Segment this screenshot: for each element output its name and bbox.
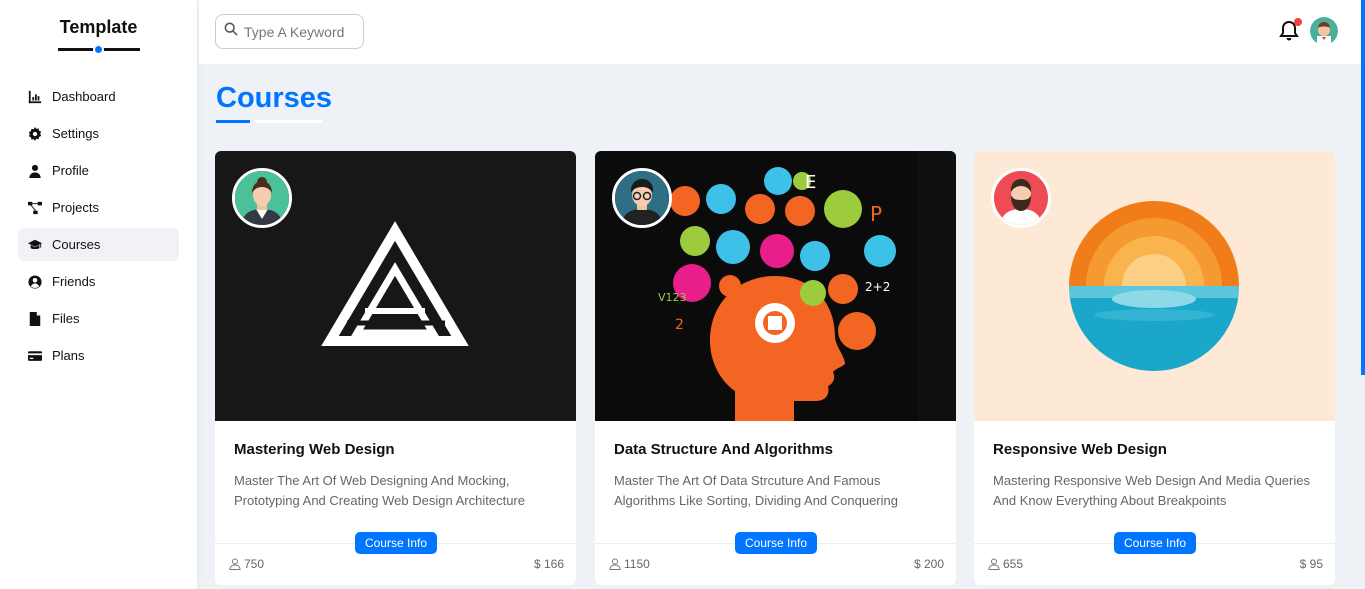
course-description: Master The Art Of Data Strcuture And Fam… [614, 473, 898, 508]
instructor-avatar [612, 168, 672, 228]
sidebar: Template Dashboard Settings Profile Proj… [0, 0, 197, 589]
course-title: Responsive Web Design [993, 441, 1167, 458]
sidebar-item-label: Projects [52, 200, 99, 215]
sidebar-item-courses[interactable]: Courses [18, 228, 179, 261]
course-card: Responsive Web Design Mastering Responsi… [974, 151, 1335, 585]
sidebar-item-friends[interactable]: Friends [18, 265, 179, 298]
diagram-icon [28, 201, 42, 215]
course-info-button[interactable]: Course Info [1114, 532, 1196, 554]
course-description: Master The Art Of Web Designing And Mock… [234, 473, 525, 508]
sidebar-item-label: Plans [52, 348, 85, 363]
sidebar-item-label: Courses [52, 237, 101, 252]
student-count: 750 [229, 557, 264, 571]
sidebar-item-dashboard[interactable]: Dashboard [18, 80, 179, 113]
student-count-value: 1150 [624, 557, 650, 571]
course-price: $ 95 [1299, 557, 1323, 571]
student-count-value: 655 [1003, 557, 1024, 571]
brand-underline-dot [93, 44, 104, 55]
svg-text:2+2: 2+2 [865, 280, 890, 294]
student-count: 1150 [609, 557, 650, 571]
brand-title: Template [59, 17, 138, 37]
credit-card-icon [28, 349, 42, 363]
title-underline [216, 120, 250, 123]
sidebar-item-label: Files [52, 311, 80, 326]
sidebar-nav: Dashboard Settings Profile Projects Cour… [18, 80, 179, 376]
sidebar-item-settings[interactable]: Settings [18, 117, 179, 150]
sidebar-item-projects[interactable]: Projects [18, 191, 179, 224]
notification-badge [1294, 18, 1302, 26]
gear-icon [28, 126, 42, 141]
svg-text:P: P [870, 202, 882, 226]
sidebar-item-plans[interactable]: Plans [18, 339, 179, 372]
instructor-avatar [991, 168, 1051, 228]
course-title: Mastering Web Design [234, 441, 395, 458]
sidebar-item-label: Profile [52, 163, 89, 178]
user-circle-icon [28, 274, 42, 289]
search-input[interactable] [244, 23, 354, 40]
chart-icon [28, 90, 42, 104]
graduation-cap-icon [28, 238, 42, 252]
sidebar-item-label: Settings [52, 126, 99, 141]
course-description: Mastering Responsive Web Design And Medi… [993, 473, 1310, 508]
user-icon [609, 558, 621, 570]
course-card: E P 2+2 V123 2 Data Structure And Algori… [595, 151, 956, 585]
page-scrollbar[interactable] [1361, 0, 1365, 375]
user-icon [988, 558, 1000, 570]
notifications-button[interactable] [1279, 18, 1302, 42]
search-icon [224, 22, 238, 41]
user-avatar[interactable] [1310, 17, 1338, 45]
svg-text:E: E [805, 172, 816, 193]
course-info-button[interactable]: Course Info [735, 532, 817, 554]
instructor-avatar [232, 168, 292, 228]
search-box[interactable] [215, 14, 364, 49]
course-price: $ 200 [913, 557, 944, 571]
user-icon [28, 164, 42, 178]
svg-text:V123: V123 [658, 291, 687, 304]
sidebar-item-label: Friends [52, 274, 96, 289]
svg-text:2: 2 [675, 317, 684, 333]
course-price: $ 166 [533, 557, 564, 571]
course-card: Mastering Web Design Master The Art Of W… [215, 151, 576, 585]
page-title: Courses [216, 82, 333, 114]
course-title: Data Structure And Algorithms [614, 441, 833, 458]
file-icon [28, 311, 42, 326]
title-underline-secondary [255, 120, 323, 123]
course-info-button[interactable]: Course Info [355, 532, 437, 554]
sidebar-item-files[interactable]: Files [18, 302, 179, 335]
user-icon [229, 558, 241, 570]
top-bar [199, 0, 1365, 64]
sidebar-item-profile[interactable]: Profile [18, 154, 179, 187]
sidebar-item-label: Dashboard [52, 89, 116, 104]
student-count-value: 750 [244, 557, 265, 571]
student-count: 655 [988, 557, 1023, 571]
